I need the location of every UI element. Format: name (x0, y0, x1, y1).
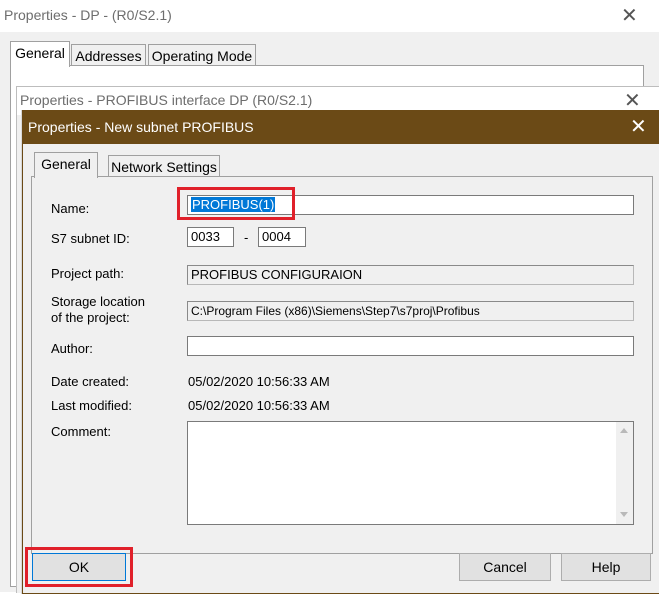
author-input[interactable] (187, 336, 634, 356)
date-created-label: Date created: (51, 374, 130, 389)
new-subnet-profibus-dialog: Properties - New subnet PROFIBUS ✕ Gener… (22, 110, 659, 594)
storage-location-label-line2: of the project: (51, 310, 130, 325)
comment-label: Comment: (51, 424, 111, 439)
subnet-id-label: S7 subnet ID: (51, 231, 130, 246)
cancel-button[interactable]: Cancel (459, 553, 551, 581)
close-icon[interactable]: ✕ (621, 6, 638, 26)
window-titlebar: Properties - DP - (R0/S2.1) ✕ (0, 0, 659, 32)
window-title: Properties - PROFIBUS interface DP (R0/S… (20, 92, 313, 108)
tab-operating-mode[interactable]: Operating Mode (148, 44, 256, 67)
help-button[interactable]: Help (561, 553, 651, 581)
close-icon[interactable]: ✕ (630, 117, 647, 137)
name-label: Name: (51, 201, 90, 216)
tab-addresses[interactable]: Addresses (71, 44, 146, 67)
dialog-title: Properties - New subnet PROFIBUS (28, 119, 254, 135)
window-title: Properties - DP - (R0/S2.1) (4, 7, 172, 23)
project-path-field: PROFIBUS CONFIGURAION (187, 265, 634, 285)
project-path-label: Project path: (51, 266, 124, 281)
subnet-id-part1-input[interactable]: 0033 (187, 227, 234, 247)
last-modified-label: Last modified: (51, 398, 132, 413)
storage-location-label-line1: Storage location (51, 294, 145, 309)
comment-scrollbar[interactable] (616, 422, 633, 524)
scroll-up-icon[interactable] (620, 428, 628, 433)
storage-location-field: C:\Program Files (x86)\Siemens\Step7\s7p… (187, 301, 634, 321)
close-icon[interactable]: ✕ (624, 91, 641, 111)
tab-general[interactable]: General (34, 152, 98, 178)
ok-highlight-box (25, 547, 133, 587)
last-modified-value: 05/02/2020 10:56:33 AM (188, 398, 330, 413)
date-created-value: 05/02/2020 10:56:33 AM (188, 374, 330, 389)
tab-general[interactable]: General (10, 41, 70, 67)
scroll-down-icon[interactable] (620, 512, 628, 517)
subnet-id-separator: - (244, 230, 249, 245)
subnet-id-part2-input[interactable]: 0004 (258, 227, 306, 247)
name-highlight-box (177, 187, 295, 220)
author-label: Author: (51, 341, 93, 356)
comment-textarea[interactable] (187, 421, 634, 525)
dialog-titlebar: Properties - New subnet PROFIBUS ✕ (23, 111, 659, 144)
tab-network-settings[interactable]: Network Settings (108, 155, 220, 178)
